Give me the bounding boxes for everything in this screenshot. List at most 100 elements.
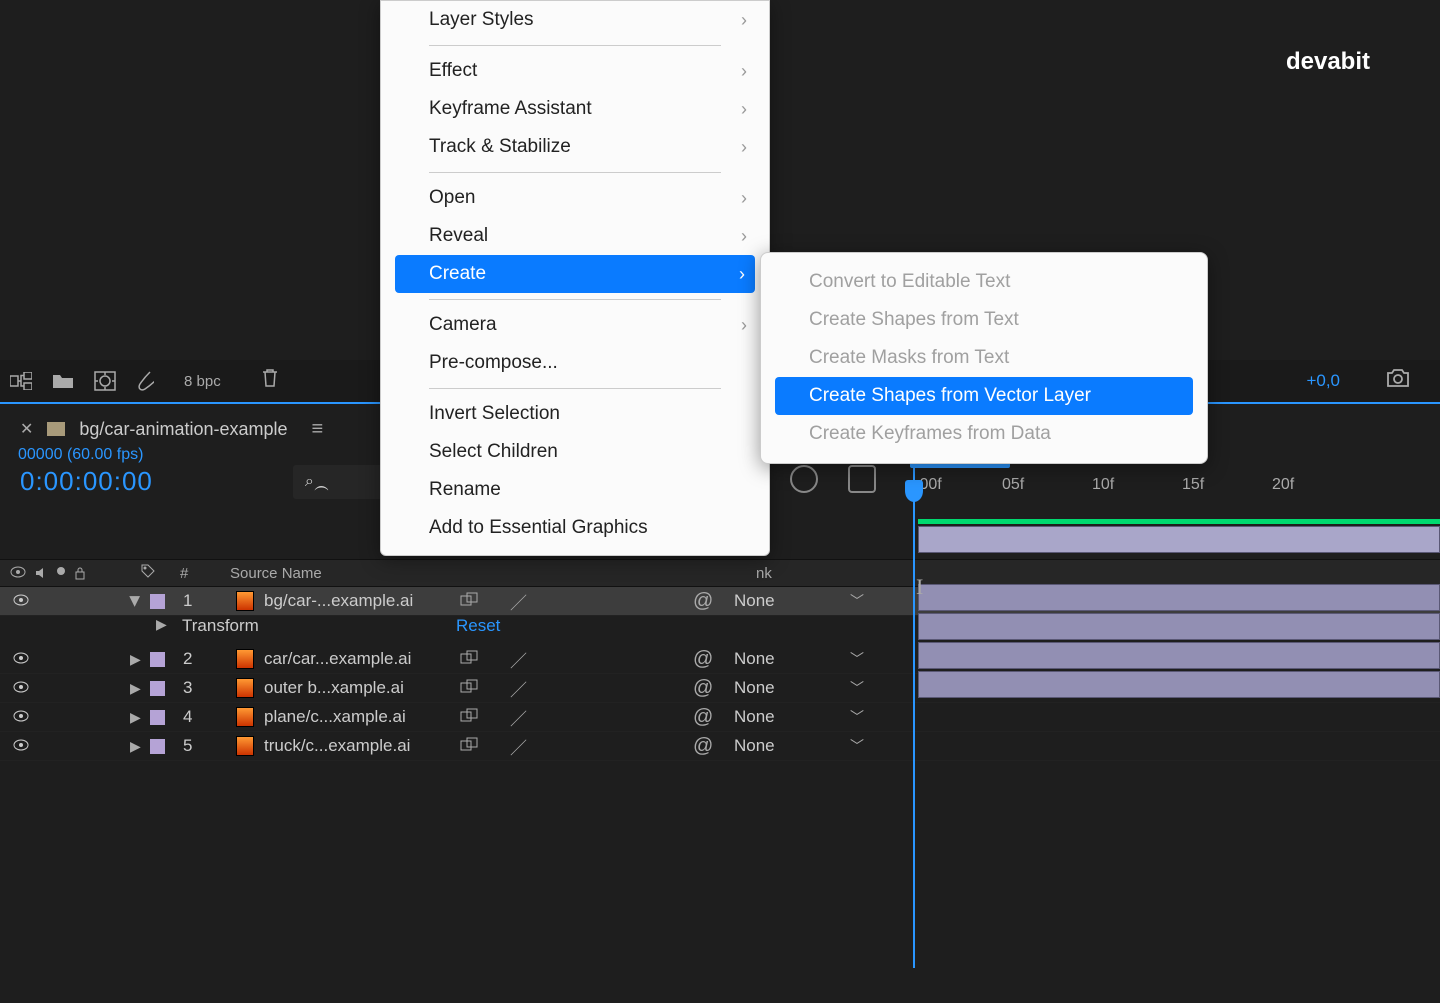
- flowchart-icon[interactable]: [10, 372, 32, 390]
- menu-item[interactable]: Track & Stabilize›: [381, 128, 769, 166]
- layer-color-label[interactable]: [150, 594, 165, 609]
- track-matte-icon[interactable]: ／: [510, 705, 527, 730]
- graph-editor-icon[interactable]: [848, 465, 876, 493]
- layer-color-label[interactable]: [150, 710, 165, 725]
- snapshot-icon[interactable]: [1386, 368, 1410, 394]
- layer-name[interactable]: car/car...example.ai: [264, 649, 439, 669]
- submenu-item: Create Shapes from Text: [761, 301, 1207, 339]
- menu-item-label: Effect: [429, 60, 477, 82]
- layer-duration-bar[interactable]: [918, 671, 1440, 698]
- parent-dropdown[interactable]: None: [734, 649, 775, 669]
- visibility-toggle-icon[interactable]: [13, 736, 29, 756]
- menu-separator: [429, 45, 721, 46]
- layer-name[interactable]: truck/c...example.ai: [264, 736, 439, 756]
- parent-pickwhip-icon[interactable]: @: [693, 648, 713, 671]
- submenu-item[interactable]: Create Shapes from Vector Layer: [775, 377, 1193, 415]
- layer-duration-bar[interactable]: [918, 642, 1440, 669]
- visibility-toggle-icon[interactable]: [13, 591, 29, 611]
- menu-item[interactable]: Add to Essential Graphics: [381, 509, 769, 547]
- menu-item[interactable]: Select Children: [381, 433, 769, 471]
- parent-dropdown[interactable]: None: [734, 707, 775, 727]
- parent-pickwhip-icon[interactable]: @: [693, 706, 713, 729]
- folder-icon[interactable]: [52, 372, 74, 390]
- layer-name[interactable]: plane/c...xample.ai: [264, 707, 439, 727]
- twirl-icon[interactable]: ▶: [130, 680, 141, 697]
- parent-dropdown[interactable]: None: [734, 678, 775, 698]
- menu-item-label: Camera: [429, 314, 497, 336]
- transform-label[interactable]: Transform: [182, 616, 259, 636]
- parent-pickwhip-icon[interactable]: @: [693, 735, 713, 758]
- layer-color-label[interactable]: [150, 739, 165, 754]
- close-tab-icon[interactable]: ✕: [20, 419, 33, 439]
- menu-separator: [429, 172, 721, 173]
- menu-item[interactable]: Effect›: [381, 52, 769, 90]
- menu-item[interactable]: Open›: [381, 179, 769, 217]
- bpc-indicator[interactable]: 8 bpc: [184, 373, 221, 390]
- chevron-down-icon[interactable]: ﹀: [850, 678, 864, 698]
- track-matte-icon[interactable]: ／: [510, 647, 527, 672]
- twirl-icon[interactable]: ▶: [130, 651, 141, 668]
- current-timecode[interactable]: 0:00:00:00: [20, 466, 153, 497]
- layer-name[interactable]: bg/car-...example.ai: [264, 591, 439, 611]
- mode-icon[interactable]: [460, 591, 478, 611]
- comp-tab-name[interactable]: bg/car-animation-example: [79, 419, 287, 440]
- layer-row[interactable]: ▶ 5 truck/c...example.ai ／ @ None ﹀: [0, 732, 1440, 761]
- source-name-column-header[interactable]: Source Name: [230, 565, 322, 582]
- twirl-icon[interactable]: ▶: [130, 709, 141, 726]
- menu-item[interactable]: Reveal›: [381, 217, 769, 255]
- shy-toggle-icon[interactable]: [790, 465, 818, 493]
- layer-color-label[interactable]: [150, 652, 165, 667]
- menu-item[interactable]: Pre-compose...: [381, 344, 769, 382]
- layer-duration-bar[interactable]: [918, 584, 1440, 611]
- chevron-down-icon[interactable]: ﹀: [850, 649, 864, 669]
- menu-item[interactable]: Camera ›: [381, 306, 769, 344]
- mode-icon[interactable]: [460, 649, 478, 669]
- playhead-handle[interactable]: [905, 480, 923, 502]
- trash-icon[interactable]: [261, 368, 279, 394]
- ai-file-icon: [236, 591, 254, 611]
- composition-icon[interactable]: [94, 371, 116, 391]
- reset-link[interactable]: Reset: [456, 616, 500, 636]
- parent-dropdown[interactable]: None: [734, 736, 775, 756]
- twirl-icon[interactable]: ▶: [127, 596, 144, 607]
- brush-icon[interactable]: [136, 370, 154, 392]
- menu-item[interactable]: Create›: [395, 255, 755, 293]
- parent-dropdown[interactable]: None: [734, 591, 775, 611]
- layer-name[interactable]: outer b...xample.ai: [264, 678, 439, 698]
- chevron-down-icon[interactable]: ﹀: [850, 591, 864, 611]
- mode-icon[interactable]: [460, 707, 478, 727]
- submenu-item: Create Keyframes from Data: [761, 415, 1207, 453]
- menu-item[interactable]: Layer Styles›: [381, 1, 769, 39]
- visibility-toggle-icon[interactable]: [13, 649, 29, 669]
- track-matte-icon[interactable]: ／: [510, 734, 527, 759]
- panel-menu-icon[interactable]: ≡: [312, 418, 324, 441]
- menu-item[interactable]: Rename: [381, 471, 769, 509]
- track-matte-icon[interactable]: ／: [510, 676, 527, 701]
- chevron-right-icon: ›: [741, 315, 747, 336]
- layer-duration-bar[interactable]: [918, 613, 1440, 640]
- parent-pickwhip-icon[interactable]: @: [693, 677, 713, 700]
- twirl-icon[interactable]: ▶: [130, 738, 141, 755]
- create-submenu: Convert to Editable TextCreate Shapes fr…: [760, 252, 1208, 464]
- work-area-bar[interactable]: [918, 519, 1440, 524]
- layer-color-label[interactable]: [150, 681, 165, 696]
- chevron-down-icon[interactable]: ﹀: [850, 707, 864, 727]
- visibility-toggle-icon[interactable]: [13, 678, 29, 698]
- twirl-icon[interactable]: ▶: [156, 616, 167, 633]
- layer-row[interactable]: ▶ 4 plane/c...xample.ai ／ @ None ﹀: [0, 703, 1440, 732]
- menu-separator: [429, 388, 721, 389]
- watermark: devabit: [1286, 48, 1370, 76]
- parent-pickwhip-icon[interactable]: @: [693, 590, 713, 613]
- visibility-toggle-icon[interactable]: [13, 707, 29, 727]
- chevron-down-icon[interactable]: ﹀: [850, 736, 864, 756]
- chevron-right-icon: ›: [739, 264, 745, 285]
- menu-item[interactable]: Keyframe Assistant›: [381, 90, 769, 128]
- menu-item[interactable]: Invert Selection: [381, 395, 769, 433]
- menu-item-label: Layer Styles: [429, 9, 534, 31]
- mode-icon[interactable]: [460, 678, 478, 698]
- chevron-right-icon: ›: [741, 188, 747, 209]
- track-matte-icon[interactable]: ／: [510, 589, 527, 614]
- layer-duration-bar[interactable]: [918, 526, 1440, 553]
- mode-icon[interactable]: [460, 736, 478, 756]
- menu-separator: [429, 299, 721, 300]
